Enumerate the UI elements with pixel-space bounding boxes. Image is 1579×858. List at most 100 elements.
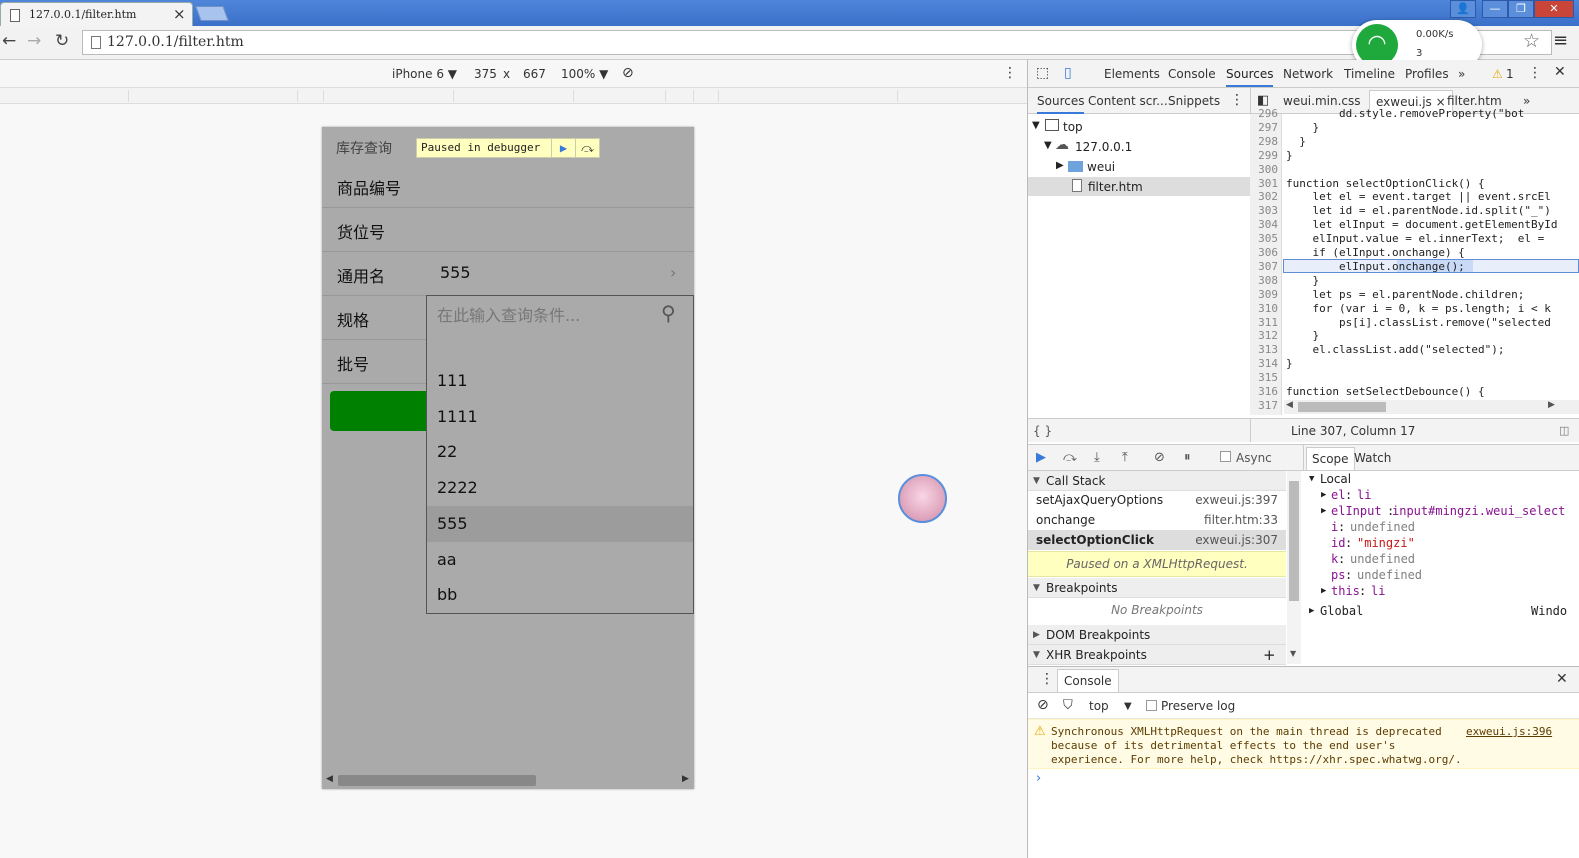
code-line[interactable]: } [1286,274,1319,288]
collapse-arrow-icon[interactable]: ▶ [1056,160,1064,171]
step-into-icon[interactable]: ⤓ [1094,450,1100,465]
code-line[interactable]: el.classList.add("selected"); [1286,343,1504,357]
field-row[interactable]: 商品编号 [322,164,694,208]
code-line[interactable]: if (elInput.onchange) { [1286,246,1464,260]
expand-arrow-icon[interactable]: ▼ [1309,474,1314,484]
code-line[interactable]: } [1286,149,1293,163]
collapse-arrow-icon[interactable]: ▶ [1309,606,1314,616]
resume-icon[interactable]: ▶︎ [1036,450,1046,465]
bookmark-star-icon[interactable]: ☆ [1523,30,1540,52]
editor-tab[interactable]: filter.htm [1447,94,1502,108]
line-number[interactable]: 297 [1252,121,1278,135]
filter-icon[interactable]: ⛉ [1063,698,1073,713]
breakpoints-header[interactable]: ▼ Breakpoints [1028,578,1286,598]
line-number[interactable]: 298 [1252,135,1278,149]
tab-timeline[interactable]: Timeline [1344,67,1395,81]
profile-button[interactable]: 👤 [1450,0,1476,18]
tab-sources[interactable]: Sources [1226,67,1274,87]
search-input[interactable]: 在此输入查询条件... [437,302,580,326]
line-number[interactable]: 303 [1252,204,1278,218]
line-number[interactable]: 317 [1252,399,1278,413]
scroll-right-icon[interactable]: ▶ [682,774,689,784]
step-out-icon[interactable]: ⤒ [1122,450,1128,465]
option-item-selected[interactable]: 555 [427,506,693,542]
code-line[interactable]: } [1286,135,1306,149]
xhr-breakpoints-header[interactable]: ▼ XHR Breakpoints + [1028,645,1286,665]
step-over-icon[interactable]: ⤼ [1063,450,1077,465]
select-dropdown[interactable]: 在此输入查询条件... ⚲ 111 1111 22 2222 555 aa bb [426,295,694,614]
drawer-menu-icon[interactable]: ⋮ [1040,671,1054,687]
code-line[interactable]: function setSelectDebounce() { [1286,385,1485,399]
field-row[interactable]: 通用名 555 › [322,252,694,296]
line-number[interactable]: 313 [1252,343,1278,357]
deactivate-breakpoints-icon[interactable]: ⊘ [1154,450,1165,465]
reload-icon[interactable]: ↻ [55,31,69,51]
line-number[interactable]: 302 [1252,190,1278,204]
call-stack-header[interactable]: ▼ Call Stack [1028,471,1286,491]
code-line[interactable]: ps[i].classList.remove("selected [1286,316,1551,330]
query-button[interactable] [330,391,430,431]
line-number[interactable]: 316 [1252,385,1278,399]
scroll-left-icon[interactable]: ◀ [1286,400,1293,410]
toggle-drawer-icon[interactable]: ◫ [1559,424,1569,437]
line-number[interactable]: 304 [1252,218,1278,232]
call-frame[interactable]: onchange filter.htm:33 [1028,510,1286,530]
line-number[interactable]: 309 [1252,288,1278,302]
line-number[interactable]: 300 [1252,163,1278,177]
tab-watch[interactable]: Watch [1354,451,1391,465]
resume-icon[interactable]: ▶︎ [551,138,575,158]
option-item[interactable]: 22 [427,434,693,470]
tree-item-file[interactable]: filter.htm [1088,180,1143,194]
collapse-arrow-icon[interactable]: ▶ [1321,506,1326,516]
warning-count[interactable]: 1 [1506,67,1514,81]
url-field[interactable] [82,30,1552,55]
dom-breakpoints-header[interactable]: ▶ DOM Breakpoints [1028,625,1286,645]
code-line[interactable]: dd.style.removeProperty("bot [1286,107,1524,121]
console-prompt[interactable]: › [1036,771,1041,786]
scroll-right-icon[interactable]: ▶ [1548,400,1555,410]
line-number[interactable]: 311 [1252,316,1278,330]
url-text[interactable]: 127.0.0.1/filter.htm [107,34,244,50]
line-number[interactable]: 310 [1252,302,1278,316]
tab-scope[interactable]: Scope [1306,447,1355,470]
inspect-icon[interactable]: ⬚ [1036,65,1049,81]
scroll-down-icon[interactable]: ▼ [1290,649,1296,658]
warning-icon[interactable]: ⚠ [1492,67,1503,81]
tab-console-drawer[interactable]: Console [1057,669,1119,692]
line-number[interactable]: 301 [1252,177,1278,191]
nav-tab-snippets[interactable]: Snippets [1168,94,1220,108]
preserve-log-checkbox[interactable] [1146,700,1157,711]
expand-arrow-icon[interactable]: ▼ [1044,140,1052,151]
add-icon[interactable]: + [1263,645,1276,665]
tab-console[interactable]: Console [1168,67,1216,81]
more-options-icon[interactable]: ⋮ [1230,92,1244,108]
rotate-icon[interactable]: ⊘ [622,65,634,81]
line-number[interactable]: 306 [1252,246,1278,260]
option-item[interactable]: bb [427,577,693,613]
scrollbar-thumb[interactable] [338,775,536,786]
tab-profiles[interactable]: Profiles [1405,67,1449,81]
clear-console-icon[interactable]: ⊘ [1037,697,1049,713]
code-line[interactable]: } [1286,357,1293,371]
code-horizontal-scrollbar[interactable]: ◀ ▶ [1284,400,1579,414]
pause-exceptions-icon[interactable]: ⏸ [1184,450,1191,465]
line-number[interactable]: 308 [1252,274,1278,288]
code-line[interactable]: } [1286,121,1319,135]
async-checkbox[interactable] [1220,451,1231,462]
tab-elements[interactable]: Elements [1104,67,1160,81]
code-line[interactable]: let id = el.parentNode.id.split("_") [1286,204,1550,218]
maximize-button[interactable]: ❐ [1508,0,1534,18]
expand-arrow-icon[interactable]: ▼ [1032,120,1040,131]
field-row[interactable]: 货位号 [322,208,694,252]
more-editor-tabs-icon[interactable]: » [1523,94,1530,108]
line-number[interactable]: 315 [1252,371,1278,385]
close-devtools-icon[interactable]: ✕ [1554,64,1566,80]
frame-location[interactable]: exweui.js:397 [1195,490,1278,510]
code-line[interactable]: function selectOptionClick() { [1286,177,1485,191]
code-line[interactable]: let ps = el.parentNode.children; [1286,288,1524,302]
collapse-arrow-icon[interactable]: ▶ [1321,586,1326,596]
back-icon[interactable]: ← [2,31,16,51]
avatar[interactable] [898,474,947,523]
option-item[interactable]: 2222 [427,470,693,506]
tree-item-folder[interactable]: weui [1087,160,1115,174]
